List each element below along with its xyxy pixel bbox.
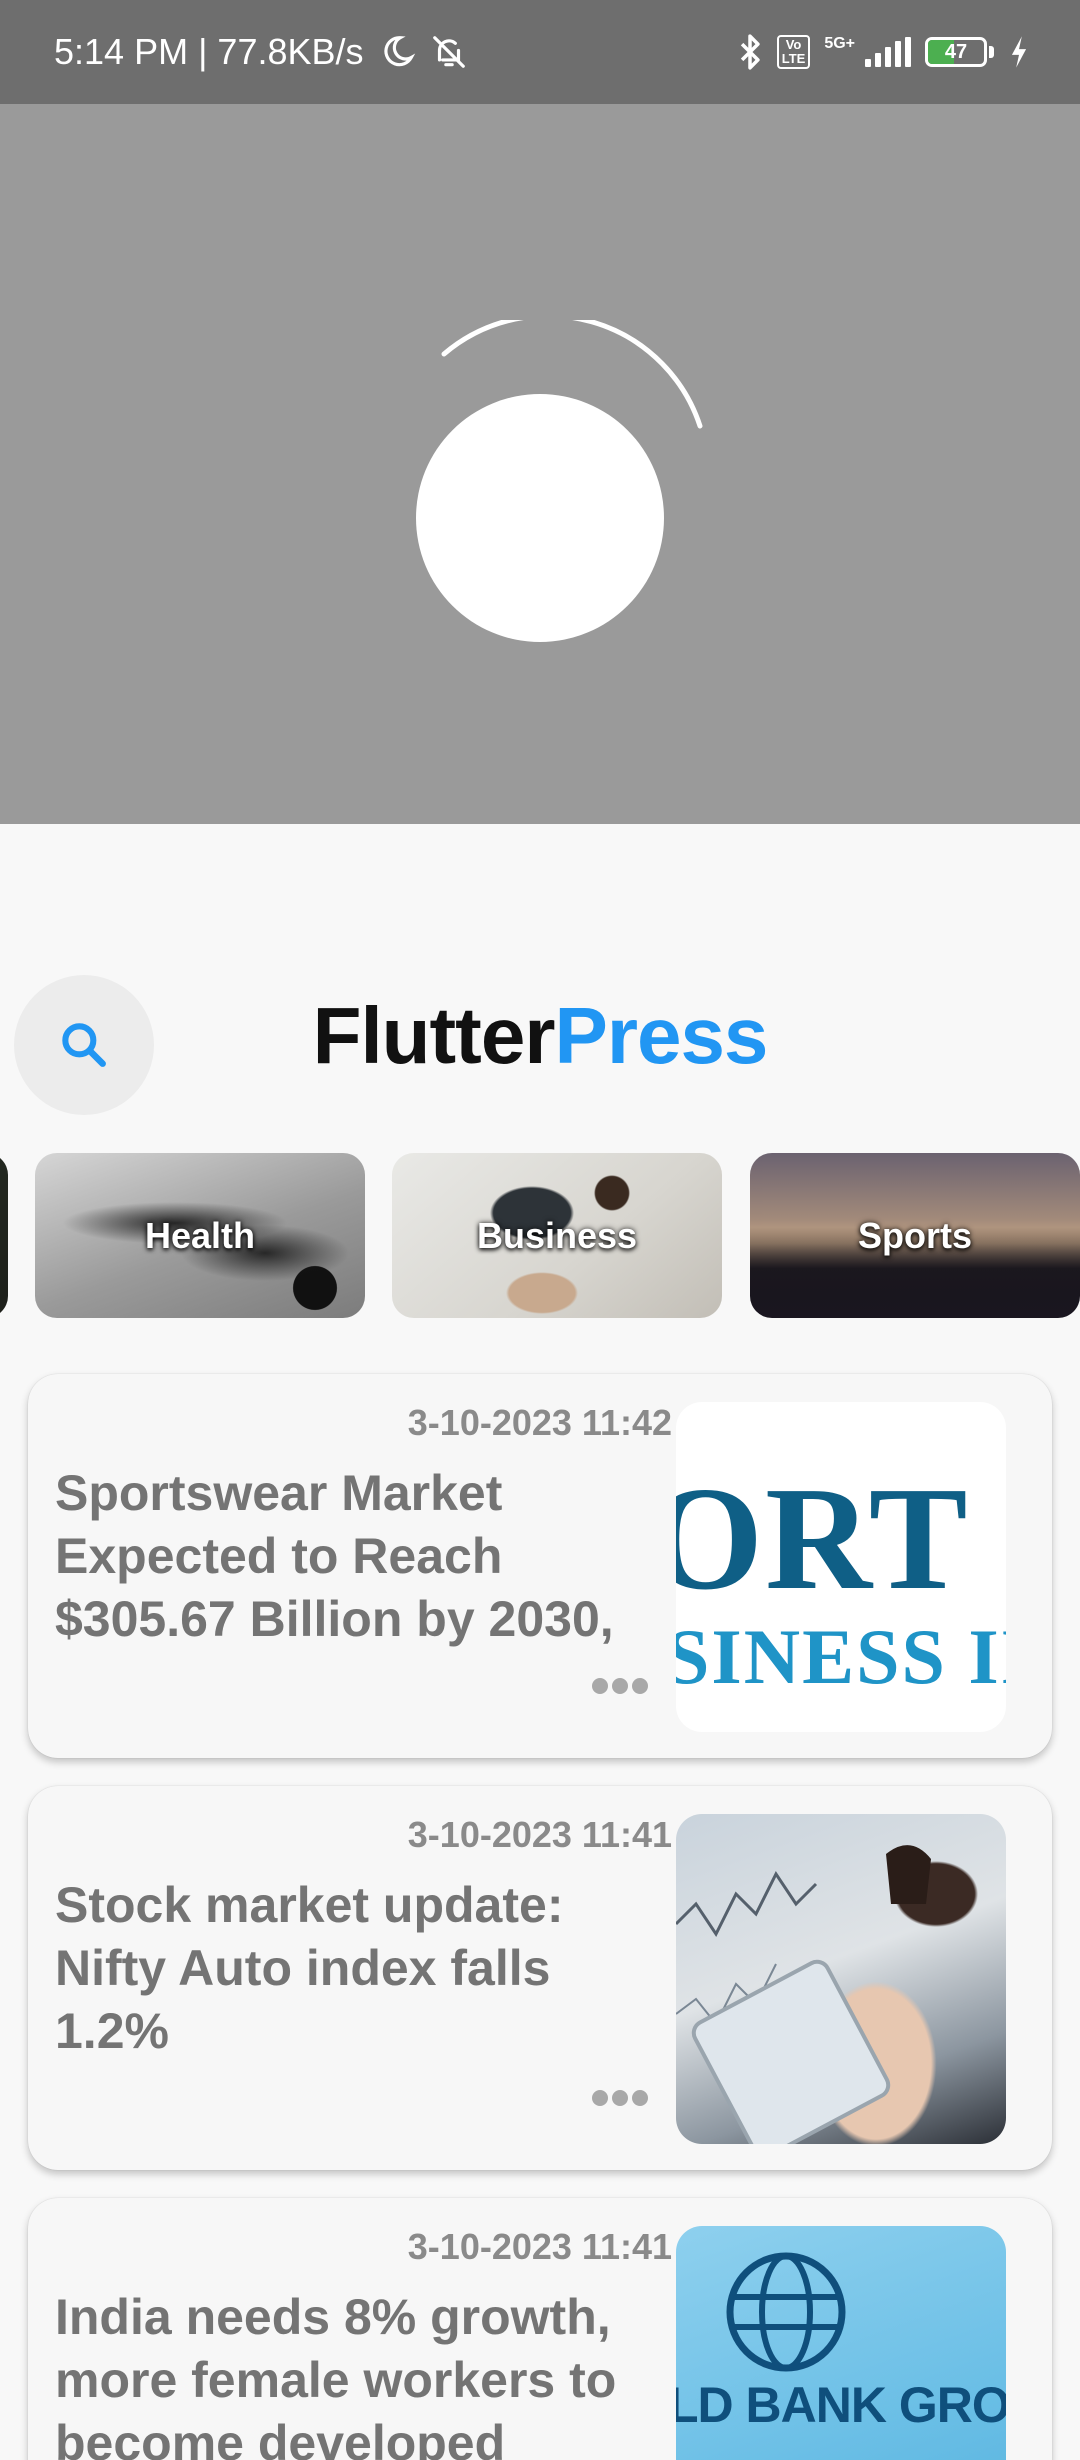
thumbnail-text: SINESS II xyxy=(676,1613,1006,1700)
news-date: 3-10-2023 11:42 xyxy=(407,1402,672,1443)
category-label: Health xyxy=(144,1214,256,1256)
app-title: FlutterPress xyxy=(0,990,1080,1082)
news-thumbnail: ORT SINESS II xyxy=(676,1402,1006,1732)
thumbnail-text: LD BANK GROUP xyxy=(676,2377,1006,2433)
loading-indicator xyxy=(416,394,664,642)
category-chip-health[interactable]: Health xyxy=(35,1153,365,1318)
status-bar: 5:14 PM | 77.8KB/s Vo LTE 5G+ 47 xyxy=(0,0,1080,104)
moon-icon xyxy=(378,33,416,71)
battery-tip xyxy=(989,46,994,58)
battery-level-text: 47 xyxy=(944,40,968,63)
news-card[interactable]: 3-10-2023 11:41 Stock market update: Nif… xyxy=(28,1786,1052,2170)
news-headline: Stock market update: Nifty Auto index fa… xyxy=(55,1877,564,2059)
status-time-speed: 5:14 PM | 77.8KB/s xyxy=(54,31,364,72)
category-chip-partial[interactable] xyxy=(0,1153,8,1318)
battery-icon: 47 xyxy=(925,37,987,67)
category-chip-business[interactable]: Business xyxy=(392,1153,722,1318)
news-thumbnail: LD BANK GROUP xyxy=(676,2226,1006,2460)
network-type-label: 5G+ xyxy=(824,35,855,52)
news-thumbnail xyxy=(676,1814,1006,2144)
charging-icon xyxy=(1008,35,1030,69)
news-headline: Sportswear Market Expected to Reach $305… xyxy=(55,1465,614,1647)
more-options-icon[interactable] xyxy=(592,1678,648,1694)
news-card[interactable]: 3-10-2023 11:41 India needs 8% growth, m… xyxy=(28,2198,1052,2460)
app-title-part1: Flutter xyxy=(312,991,556,1080)
bell-off-icon xyxy=(430,33,468,71)
category-label: Business xyxy=(476,1214,638,1256)
thumbnail-text: ORT xyxy=(676,1457,970,1621)
category-chip-sports[interactable]: Sports xyxy=(750,1153,1080,1318)
news-card[interactable]: 3-10-2023 11:42 Sportswear Market Expect… xyxy=(28,1374,1052,1758)
bluetooth-icon xyxy=(737,33,763,71)
news-headline: India needs 8% growth, more female worke… xyxy=(55,2289,617,2460)
stock-chart-image xyxy=(676,1845,931,2144)
category-label: Sports xyxy=(857,1214,972,1256)
loading-overlay xyxy=(0,104,1080,824)
news-date: 3-10-2023 11:41 xyxy=(407,2226,672,2267)
signal-icon xyxy=(865,37,911,67)
volte-icon: Vo LTE xyxy=(776,35,811,69)
app-title-part2: Press xyxy=(554,991,768,1080)
globe-icon xyxy=(726,2252,846,2372)
more-options-icon[interactable] xyxy=(592,2090,648,2106)
news-date: 3-10-2023 11:41 xyxy=(407,1814,672,1855)
category-strip[interactable]: Health Business Sports xyxy=(0,1153,1080,1318)
